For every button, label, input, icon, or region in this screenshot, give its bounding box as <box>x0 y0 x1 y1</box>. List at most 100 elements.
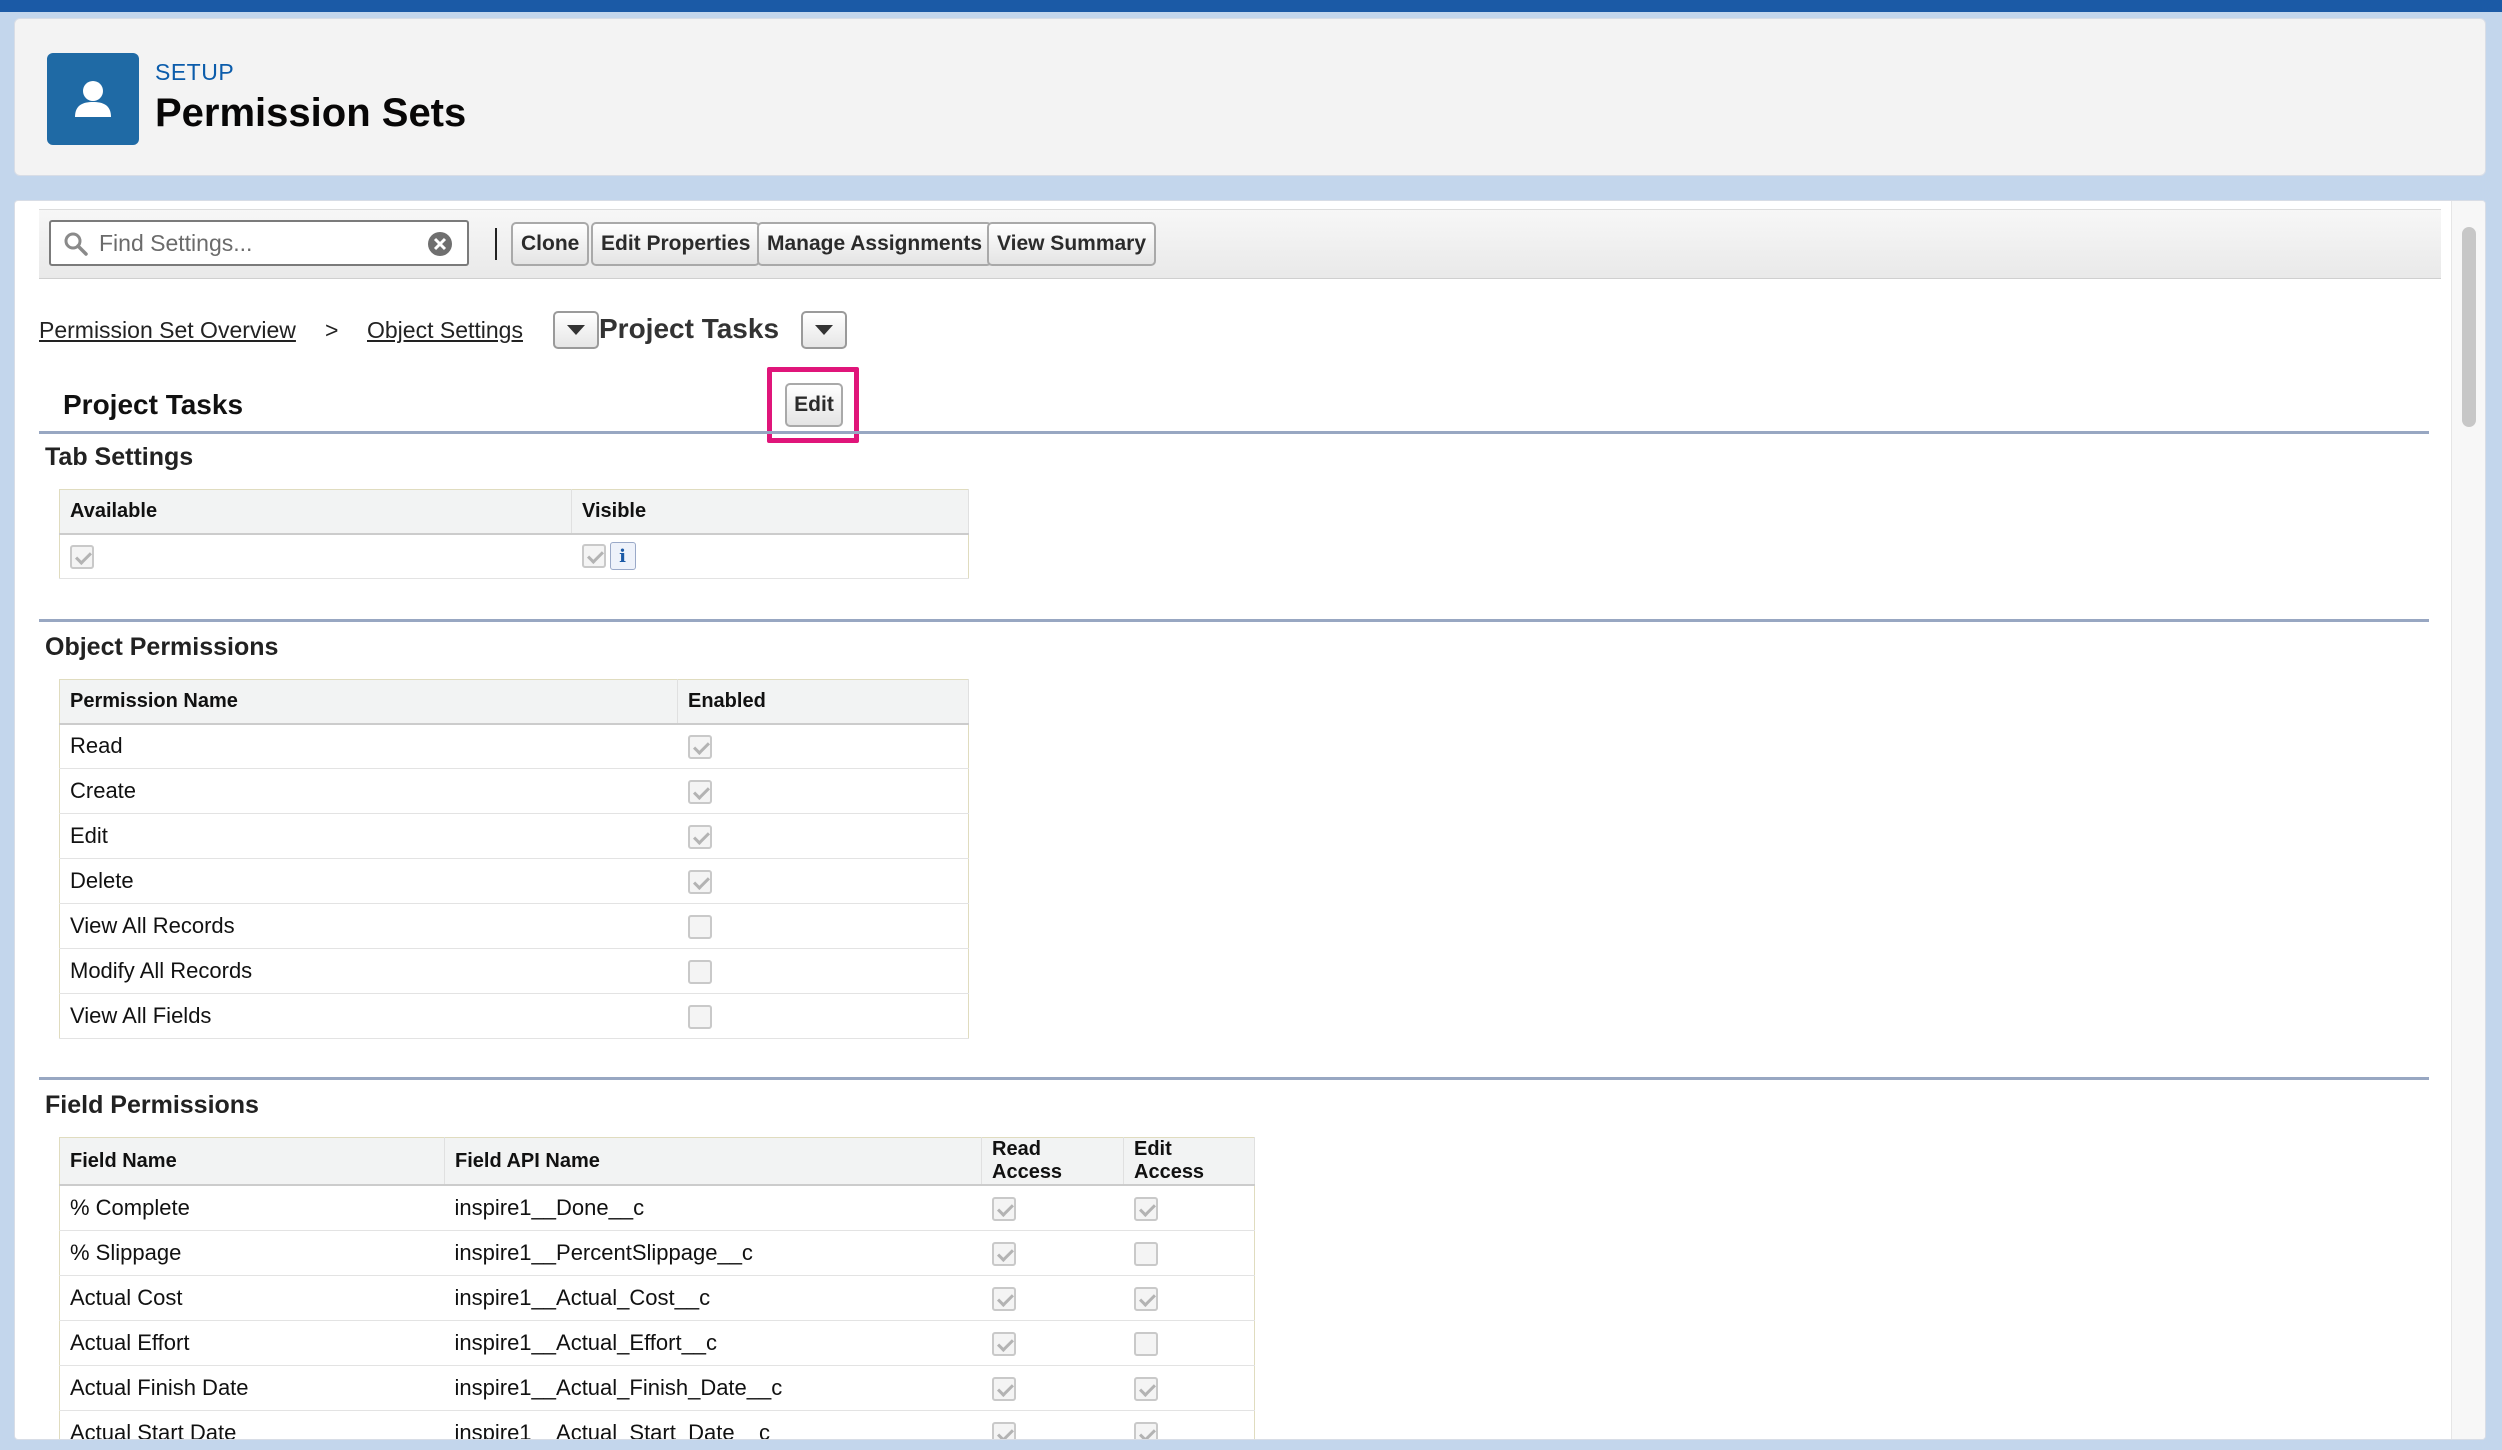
enabled-checkbox <box>687 870 712 895</box>
object-section-title: Project Tasks <box>63 389 244 420</box>
permission-name: Create <box>59 768 678 814</box>
read-access-checkbox <box>991 1421 1016 1439</box>
table-row: % Complete inspire1__Done__c <box>59 1185 1255 1231</box>
field-name: Actual Cost <box>59 1275 445 1321</box>
edit-access-checkbox <box>1133 1286 1158 1311</box>
column-header: Read Access <box>981 1137 1124 1186</box>
permission-name: Modify All Records <box>59 948 678 994</box>
enabled-checkbox <box>687 735 712 760</box>
tab-settings-table: Available Visible i <box>59 489 969 579</box>
permission-name: Read <box>59 723 678 769</box>
column-header: Edit Access <box>1123 1137 1255 1186</box>
column-header: Field API Name <box>444 1137 982 1186</box>
field-api-name: inspire1__PercentSlippage__c <box>444 1230 982 1276</box>
clear-search-icon[interactable] <box>427 231 453 262</box>
view-summary-button[interactable]: View Summary <box>987 222 1157 266</box>
permission-name: Edit <box>59 813 678 859</box>
available-checkbox <box>70 545 94 570</box>
chevron-down-icon <box>815 325 833 335</box>
search-input[interactable] <box>99 228 419 258</box>
field-name: Actual Effort <box>59 1320 445 1366</box>
object-permissions-table: Permission Name Enabled Read Create Edit… <box>59 679 969 1039</box>
enabled-checkbox <box>687 780 712 805</box>
column-header: Available <box>59 489 572 535</box>
toolbar-separator <box>495 228 497 260</box>
table-row: Edit <box>59 813 969 859</box>
table-row: Actual Finish Date inspire1__Actual_Finis… <box>59 1365 1255 1411</box>
column-header: Field Name <box>59 1137 445 1186</box>
section-divider <box>39 431 2429 434</box>
section-divider <box>39 1077 2429 1080</box>
read-access-checkbox <box>991 1331 1016 1356</box>
table-row: Actual Effort inspire1__Actual_Effort__c <box>59 1320 1255 1366</box>
enabled-checkbox <box>687 825 712 850</box>
chevron-down-icon <box>567 325 585 335</box>
column-header: Enabled <box>677 679 969 725</box>
read-access-checkbox <box>991 1376 1016 1401</box>
permission-name: View All Records <box>59 903 678 949</box>
object-permissions-title: Object Permissions <box>45 633 279 661</box>
enabled-checkbox <box>687 915 712 940</box>
edit-properties-button[interactable]: Edit Properties <box>591 222 761 266</box>
column-header: Permission Name <box>59 679 678 725</box>
field-api-name: inspire1__Actual_Cost__c <box>444 1275 982 1321</box>
enabled-checkbox <box>687 960 712 985</box>
read-access-checkbox <box>991 1286 1016 1311</box>
section-divider <box>39 619 2429 622</box>
table-row: View All Fields <box>59 993 969 1039</box>
field-permissions-title: Field Permissions <box>45 1091 259 1119</box>
edit-access-checkbox <box>1133 1376 1158 1401</box>
info-icon[interactable]: i <box>609 542 636 571</box>
table-row: Read <box>59 723 969 769</box>
edit-access-checkbox <box>1133 1241 1158 1266</box>
field-api-name: inspire1__Actual_Effort__c <box>444 1320 982 1366</box>
edit-access-checkbox <box>1133 1196 1158 1221</box>
visible-checkbox <box>581 544 606 569</box>
read-access-checkbox <box>991 1196 1016 1221</box>
table-row: Modify All Records <box>59 948 969 994</box>
edit-access-checkbox <box>1133 1421 1158 1439</box>
project-tasks-dropdown[interactable] <box>801 311 847 349</box>
column-header: Visible <box>571 489 969 535</box>
clone-button[interactable]: Clone <box>511 222 590 266</box>
page-header: SETUP Permission Sets <box>14 18 2486 176</box>
field-api-name: inspire1__Actual_Start_Date__c <box>444 1410 982 1439</box>
breadcrumb-overview-link[interactable]: Permission Set Overview <box>39 317 296 344</box>
page-title: Permission Sets <box>155 91 467 135</box>
enabled-checkbox <box>687 1005 712 1030</box>
tab-settings-title: Tab Settings <box>45 443 194 471</box>
breadcrumb-object-settings-link[interactable]: Object Settings <box>367 317 523 344</box>
field-api-name: inspire1__Actual_Finish_Date__c <box>444 1365 982 1411</box>
breadcrumb-separator: > <box>325 317 339 343</box>
main-content: Clone Edit Properties Manage Assignments… <box>14 200 2486 1440</box>
table-row: Actual Cost inspire1__Actual_Cost__c <box>59 1275 1255 1321</box>
manage-assignments-button[interactable]: Manage Assignments <box>757 222 993 266</box>
table-row: Actual Start Date inspire1__Actual_Start_… <box>59 1410 1255 1439</box>
edit-button[interactable]: Edit <box>785 383 843 427</box>
edit-access-checkbox <box>1133 1331 1158 1356</box>
toolbar: Clone Edit Properties Manage Assignments… <box>39 209 2441 279</box>
table-row: View All Records <box>59 903 969 949</box>
header-eyebrow: SETUP <box>155 59 235 85</box>
permission-name: Delete <box>59 858 678 904</box>
field-permissions-table: Field Name Field API Name Read Access Ed… <box>59 1137 1255 1439</box>
user-icon <box>47 53 139 145</box>
field-name: % Slippage <box>59 1230 445 1276</box>
top-band <box>0 0 2502 12</box>
field-name: % Complete <box>59 1185 445 1231</box>
field-api-name: inspire1__Done__c <box>444 1185 982 1231</box>
object-settings-dropdown[interactable] <box>553 311 599 349</box>
field-name: Actual Start Date <box>59 1410 445 1439</box>
read-access-checkbox <box>991 1241 1016 1266</box>
search-icon <box>63 231 89 262</box>
vertical-scrollbar[interactable] <box>2451 201 2485 1439</box>
breadcrumb-current: Project Tasks <box>599 313 780 344</box>
search-box[interactable] <box>49 220 469 266</box>
field-name: Actual Finish Date <box>59 1365 445 1411</box>
table-row: Delete <box>59 858 969 904</box>
table-row: % Slippage inspire1__PercentSlippage__c <box>59 1230 1255 1276</box>
permission-name: View All Fields <box>59 993 678 1039</box>
scrollbar-thumb[interactable] <box>2462 227 2476 427</box>
breadcrumb: Permission Set Overview > Object Setting… <box>39 309 1239 353</box>
table-row: Create <box>59 768 969 814</box>
